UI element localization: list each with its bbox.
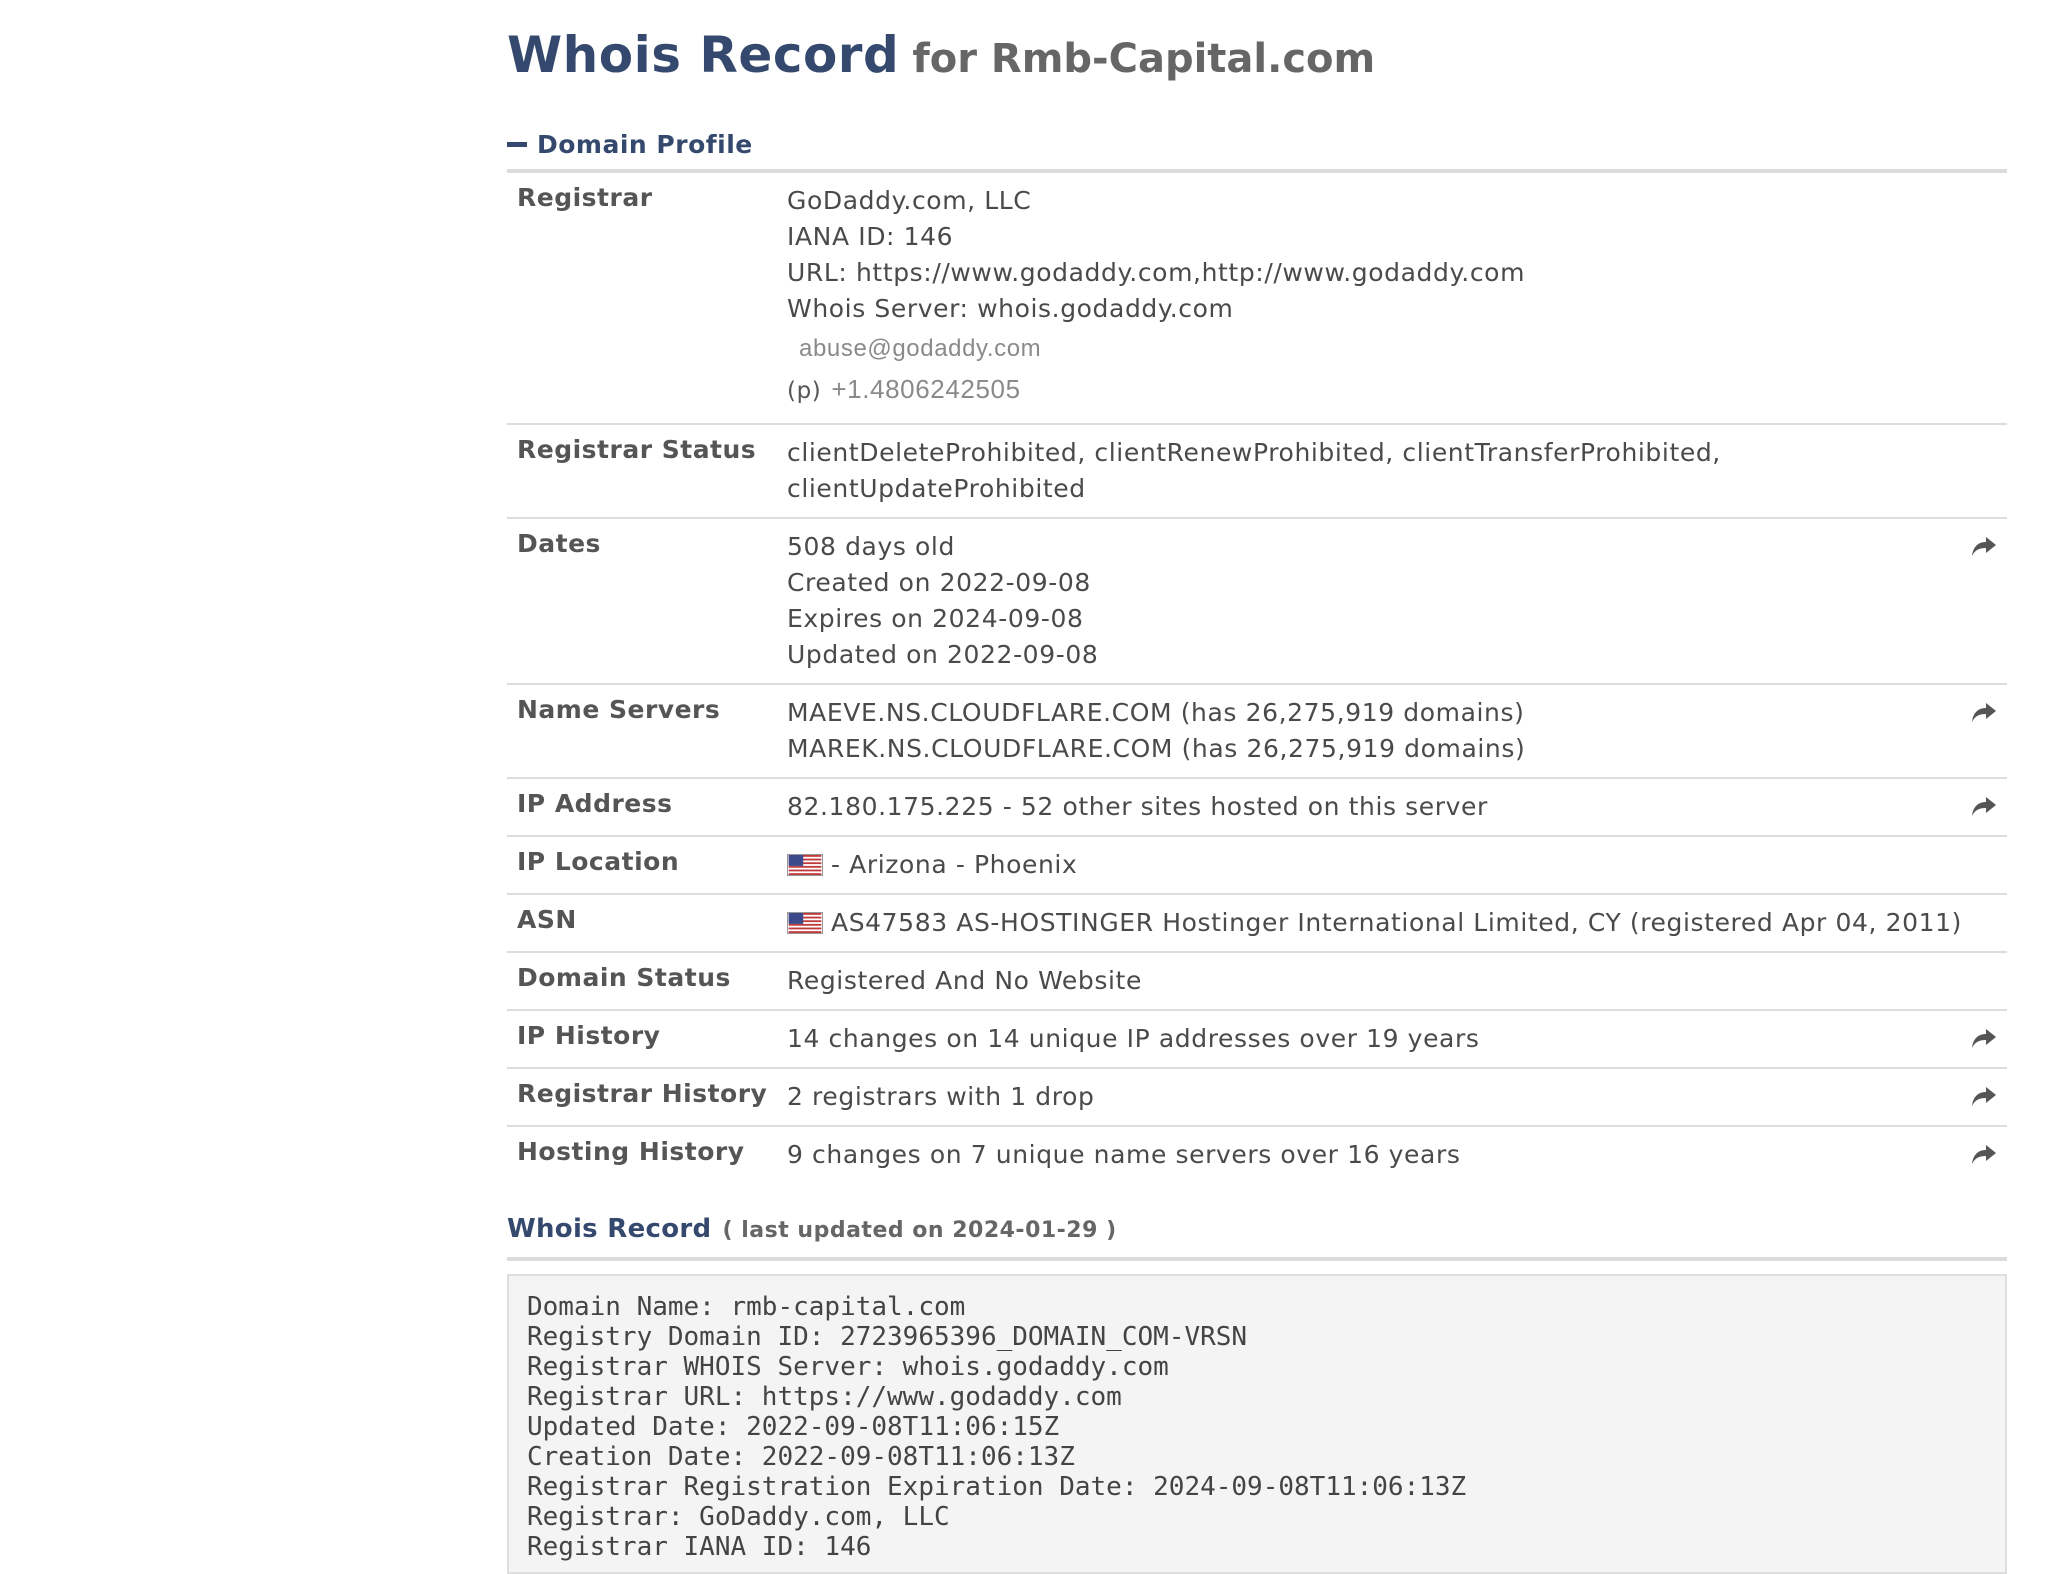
ip-history-value: 14 changes on 14 unique IP addresses ove… [787, 1024, 1480, 1053]
whois-record-updated: ( last updated on 2024-01-29 ) [722, 1218, 1117, 1243]
row-registrar: Registrar GoDaddy.com, LLC IANA ID: 146 … [507, 173, 2007, 425]
row-domain-status: Domain Status Registered And No Website [507, 953, 2007, 1011]
row-label: Domain Status [517, 963, 731, 992]
share-arrow-icon[interactable] [1971, 1027, 1997, 1051]
row-hosting-history: Hosting History 9 changes on 7 unique na… [507, 1127, 2007, 1183]
page-title-domain: for Rmb-Capital.com [912, 36, 1376, 82]
expires-date: Expires on 2024-09-08 [787, 604, 1084, 633]
share-arrow-icon[interactable] [1971, 1085, 1997, 1109]
registrar-email-row: abuse@godaddy.com [787, 327, 1525, 369]
row-label: Registrar Status [517, 435, 757, 464]
name-servers-value: MAEVE.NS.CLOUDFLARE.COM (has 26,275,919 … [787, 695, 1525, 767]
ip-address-value: 82.180.175.225 - 52 other sites hosted o… [787, 792, 1488, 821]
share-arrow-icon[interactable] [1971, 535, 1997, 559]
section-divider [507, 1257, 2007, 1261]
domain-profile-toggle[interactable]: Domain Profile [507, 126, 753, 162]
registrar-whois-server: Whois Server: whois.godaddy.com [787, 294, 1234, 323]
us-flag-icon [787, 912, 823, 934]
whois-record-title[interactable]: Whois Record [507, 1214, 711, 1244]
registrar-details: GoDaddy.com, LLC IANA ID: 146 URL: https… [787, 183, 1525, 409]
row-label: Registrar History [517, 1079, 768, 1108]
row-ip-location: IP Location - Arizona - Phoenix [507, 837, 2007, 895]
domain-age: 508 days old [787, 532, 955, 561]
domain-status-value: Registered And No Website [787, 966, 1142, 995]
registrar-status-value: clientDeleteProhibited, clientRenewProhi… [787, 435, 1721, 507]
row-label: IP Address [517, 789, 673, 818]
row-ip-address: IP Address 82.180.175.225 - 52 other sit… [507, 779, 2007, 837]
row-registrar-history: Registrar History 2 registrars with 1 dr… [507, 1069, 2007, 1127]
row-asn: ASN AS47583 AS-HOSTINGER Hostinger Inter… [507, 895, 2007, 953]
row-label: IP History [517, 1021, 661, 1050]
phone-prefix: (p) [787, 378, 822, 404]
row-label: Dates [517, 529, 601, 558]
row-registrar-status: Registrar Status clientDeleteProhibited,… [507, 425, 2007, 519]
registrar-name: GoDaddy.com, LLC [787, 186, 1032, 215]
page-title-main: Whois Record [507, 26, 900, 84]
registrar-phone-image: +1.4806242505 [831, 374, 1021, 404]
share-arrow-icon[interactable] [1971, 795, 1997, 819]
row-name-servers: Name Servers MAEVE.NS.CLOUDFLARE.COM (ha… [507, 685, 2007, 779]
ip-location-text: - Arizona - Phoenix [831, 850, 1078, 879]
created-date: Created on 2022-09-08 [787, 568, 1091, 597]
registrar-history-value: 2 registrars with 1 drop [787, 1082, 1095, 1111]
row-label: Hosting History [517, 1137, 745, 1166]
dates-value: 508 days old Created on 2022-09-08 Expir… [787, 529, 1098, 673]
status-line: clientDeleteProhibited, clientRenewProhi… [787, 438, 1721, 467]
raw-whois-box: Domain Name: rmb-capital.com Registry Do… [507, 1274, 2007, 1574]
updated-date: Updated on 2022-09-08 [787, 640, 1099, 669]
us-flag-icon [787, 854, 823, 876]
row-label: Registrar [517, 183, 653, 212]
registrar-phone-row: (p) +1.4806242505 [787, 369, 1525, 409]
minus-icon[interactable] [507, 141, 527, 147]
page-title: Whois Record for Rmb-Capital.com [507, 26, 1375, 84]
row-label: ASN [517, 905, 577, 934]
name-server-2: MAREK.NS.CLOUDFLARE.COM (has 26,275,919 … [787, 734, 1526, 763]
asn-value: AS47583 AS-HOSTINGER Hostinger Internati… [787, 905, 1962, 941]
registrar-url: URL: https://www.godaddy.com,http://www.… [787, 258, 1526, 287]
asn-text: AS47583 AS-HOSTINGER Hostinger Internati… [831, 908, 1962, 937]
name-server-1: MAEVE.NS.CLOUDFLARE.COM (has 26,275,919 … [787, 698, 1525, 727]
raw-whois-text: Domain Name: rmb-capital.com Registry Do… [527, 1292, 1467, 1562]
share-arrow-icon[interactable] [1971, 1143, 1997, 1167]
row-dates: Dates 508 days old Created on 2022-09-08… [507, 519, 2007, 685]
domain-profile-label[interactable]: Domain Profile [537, 130, 753, 159]
registrar-iana: IANA ID: 146 [787, 222, 954, 251]
whois-record-heading: Whois Record ( last updated on 2024-01-2… [507, 1214, 1117, 1244]
status-line: clientUpdateProhibited [787, 474, 1086, 503]
row-ip-history: IP History 14 changes on 14 unique IP ad… [507, 1011, 2007, 1069]
registrar-email-image: abuse@godaddy.com [799, 335, 1042, 362]
hosting-history-value: 9 changes on 7 unique name servers over … [787, 1140, 1461, 1169]
share-arrow-icon[interactable] [1971, 701, 1997, 725]
row-label: IP Location [517, 847, 680, 876]
row-label: Name Servers [517, 695, 721, 724]
ip-location-value: - Arizona - Phoenix [787, 847, 1077, 883]
